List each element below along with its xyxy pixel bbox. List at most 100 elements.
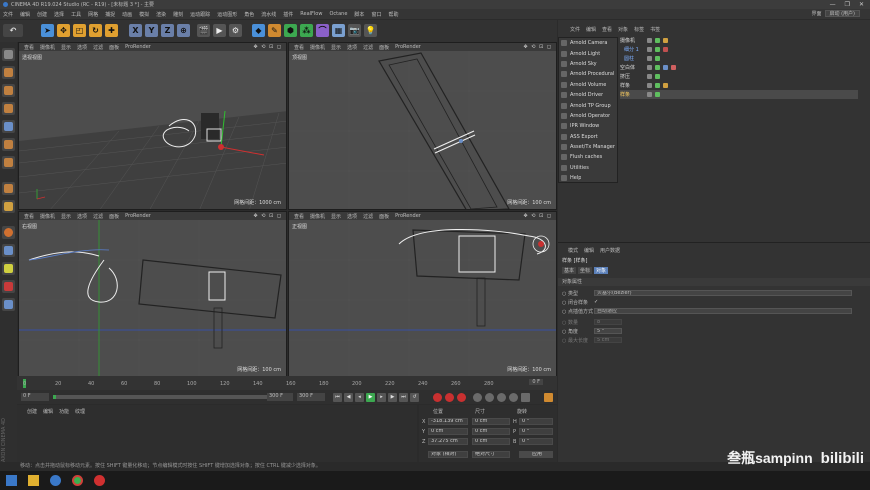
prev-key-button[interactable]: ◀ — [344, 393, 353, 402]
viewport-top[interactable]: 查看 摄像机 显示 选项 过滤 面板 ProRender ✥ ⟲ ⊡ ◻ 顶视图… — [288, 42, 557, 210]
deformer-button[interactable]: ⌒ — [316, 24, 329, 37]
cloner-button[interactable]: ⁂ — [300, 24, 313, 37]
menu-simulate[interactable]: 模拟 — [139, 11, 149, 18]
vp-menu-filter[interactable]: 过滤 — [363, 44, 373, 51]
workplane-lock-button[interactable] — [2, 244, 15, 257]
menu-mograph[interactable]: 运动图形 — [217, 11, 237, 18]
size-y-field[interactable]: 0 cm — [472, 428, 510, 435]
size-x-field[interactable]: 0 cm — [472, 418, 510, 425]
z-axis-toggle[interactable]: Z — [161, 24, 174, 37]
close-button[interactable]: ✕ — [859, 1, 864, 8]
visibility-dots[interactable] — [647, 92, 652, 97]
apply-button[interactable]: 应用 — [519, 451, 553, 458]
viewport-nav-icons[interactable]: ✥ ⟲ ⊡ ◻ — [254, 213, 283, 219]
vp-menu-panel[interactable]: 面板 — [379, 213, 389, 220]
next-key-button[interactable]: ▶ — [388, 393, 397, 402]
mat-menu-function[interactable]: 功能 — [59, 408, 69, 415]
menu-item-arnold-operator[interactable]: Arnold Operator — [559, 111, 617, 121]
x-axis-toggle[interactable]: X — [129, 24, 142, 37]
vp-menu-filter[interactable]: 过滤 — [363, 213, 373, 220]
object-row[interactable]: 摄像机 — [620, 36, 858, 45]
menu-select[interactable]: 选择 — [54, 11, 64, 18]
vp-menu-panel[interactable]: 面板 — [379, 44, 389, 51]
size-z-field[interactable]: 0 cm — [472, 438, 510, 445]
visibility-dots[interactable] — [647, 83, 652, 88]
vp-menu-options[interactable]: 选项 — [347, 213, 357, 220]
record-keys-button[interactable] — [433, 393, 442, 402]
menu-mesh[interactable]: 网格 — [88, 11, 98, 18]
render-picture-viewer-button[interactable]: ▶ — [213, 24, 226, 37]
number-field[interactable]: 8 — [594, 319, 622, 325]
menu-plugins[interactable]: 插件 — [283, 11, 293, 18]
menu-item-arnold-procedural[interactable]: Arnold Procedural — [559, 69, 617, 79]
tag-icon[interactable] — [663, 47, 668, 52]
check-icon[interactable] — [655, 65, 660, 70]
mat-menu-texture[interactable]: 纹理 — [75, 408, 85, 415]
mat-menu-edit[interactable]: 编辑 — [43, 408, 53, 415]
menu-item-ass-export[interactable]: ASS Export — [559, 132, 617, 142]
menu-item-asset-tx-manager[interactable]: Asset/Tx Manager — [559, 142, 617, 152]
check-icon[interactable] — [655, 56, 660, 61]
enable-axis-button[interactable] — [2, 182, 15, 195]
camera-button[interactable]: 📷 — [348, 24, 361, 37]
menu-item-arnold-driver[interactable]: Arnold Driver — [559, 90, 617, 100]
am-menu-userdata[interactable]: 用户数据 — [600, 247, 620, 254]
object-row[interactable]: 细分 1 — [620, 45, 858, 54]
workplane-button[interactable] — [2, 102, 15, 115]
object-row[interactable]: 空白体 — [620, 63, 858, 72]
vp-menu-display[interactable]: 显示 — [331, 44, 341, 51]
check-icon[interactable] — [655, 74, 660, 79]
menu-motion-tracker[interactable]: 运动跟踪 — [190, 11, 210, 18]
angle-field[interactable]: 5 ° — [594, 328, 622, 334]
vp-menu-view[interactable]: 查看 — [294, 44, 304, 51]
position-y-field[interactable]: 0 cm — [428, 428, 468, 435]
vp-menu-view[interactable]: 查看 — [24, 44, 34, 51]
vp-menu-camera[interactable]: 摄像机 — [40, 213, 55, 220]
cube-primitive-button[interactable]: ◆ — [252, 24, 265, 37]
om-menu-edit[interactable]: 编辑 — [586, 26, 596, 33]
rotation-h-field[interactable]: 0 ° — [519, 418, 553, 425]
keyframe-selection-button[interactable] — [457, 393, 466, 402]
rotate-tool[interactable]: ↻ — [89, 24, 102, 37]
y-axis-toggle[interactable]: Y — [145, 24, 158, 37]
vp-menu-display[interactable]: 显示 — [61, 213, 71, 220]
current-frame-field[interactable]: 0 F — [529, 379, 543, 385]
object-row[interactable]: 圆柱 — [620, 54, 858, 63]
points-mode-button[interactable] — [2, 120, 15, 133]
tag-icon[interactable] — [663, 83, 668, 88]
vp-menu-camera[interactable]: 摄像机 — [310, 213, 325, 220]
coord-mode-dropdown[interactable]: 对象 (相对) — [428, 451, 468, 458]
om-menu-bookmarks[interactable]: 书签 — [650, 26, 660, 33]
vp-menu-filter[interactable]: 过滤 — [93, 44, 103, 51]
viewport-perspective[interactable]: 查看 摄像机 显示 选项 过滤 面板 ProRender ✥ ⟲ ⊡ ◻ 透视视… — [18, 42, 287, 210]
pen-spline-button[interactable]: ✎ — [268, 24, 281, 37]
param-key-button[interactable] — [509, 393, 518, 402]
visibility-dots[interactable] — [647, 56, 652, 61]
interpolation-dropdown[interactable]: 自动适应 — [594, 308, 852, 314]
rotation-p-field[interactable]: 0 ° — [519, 428, 553, 435]
tab-coord[interactable]: 坐标 — [578, 267, 593, 274]
tab-basic[interactable]: 基本 — [562, 267, 577, 274]
vp-menu-display[interactable]: 显示 — [61, 44, 71, 51]
subdivision-generator-button[interactable]: ⬢ — [284, 24, 297, 37]
play-button[interactable]: ▶ — [366, 393, 375, 402]
om-menu-tags[interactable]: 标签 — [634, 26, 644, 33]
object-row[interactable]: 挤压 — [620, 72, 858, 81]
tweak-mode-button[interactable] — [2, 200, 15, 213]
menu-pipeline[interactable]: 流水线 — [261, 11, 276, 18]
range-slider[interactable] — [53, 395, 289, 399]
vp-menu-options[interactable]: 选项 — [77, 213, 87, 220]
vp-menu-display[interactable]: 显示 — [331, 213, 341, 220]
minimize-button[interactable]: — — [830, 1, 836, 8]
layout-dropdown[interactable]: 启动 (用户) — [824, 10, 860, 17]
viewport-front[interactable]: 查看 摄像机 显示 选项 过滤 面板 ProRender ✥ ⟲ ⊡ ◻ 正视图… — [288, 211, 557, 377]
timeline-ruler[interactable]: 0 20 40 60 80 100 120 140 160 180 200 22… — [17, 376, 557, 390]
object-row-selected[interactable]: 样条 — [620, 90, 858, 99]
visibility-dots[interactable] — [647, 38, 652, 43]
menu-window[interactable]: 窗口 — [371, 11, 381, 18]
om-menu-file[interactable]: 文件 — [570, 26, 580, 33]
menu-sculpt[interactable]: 雕刻 — [173, 11, 183, 18]
next-frame-button[interactable]: ▸ — [377, 393, 386, 402]
make-editable-button[interactable] — [2, 48, 15, 61]
rotation-b-field[interactable]: 0 ° — [519, 438, 553, 445]
